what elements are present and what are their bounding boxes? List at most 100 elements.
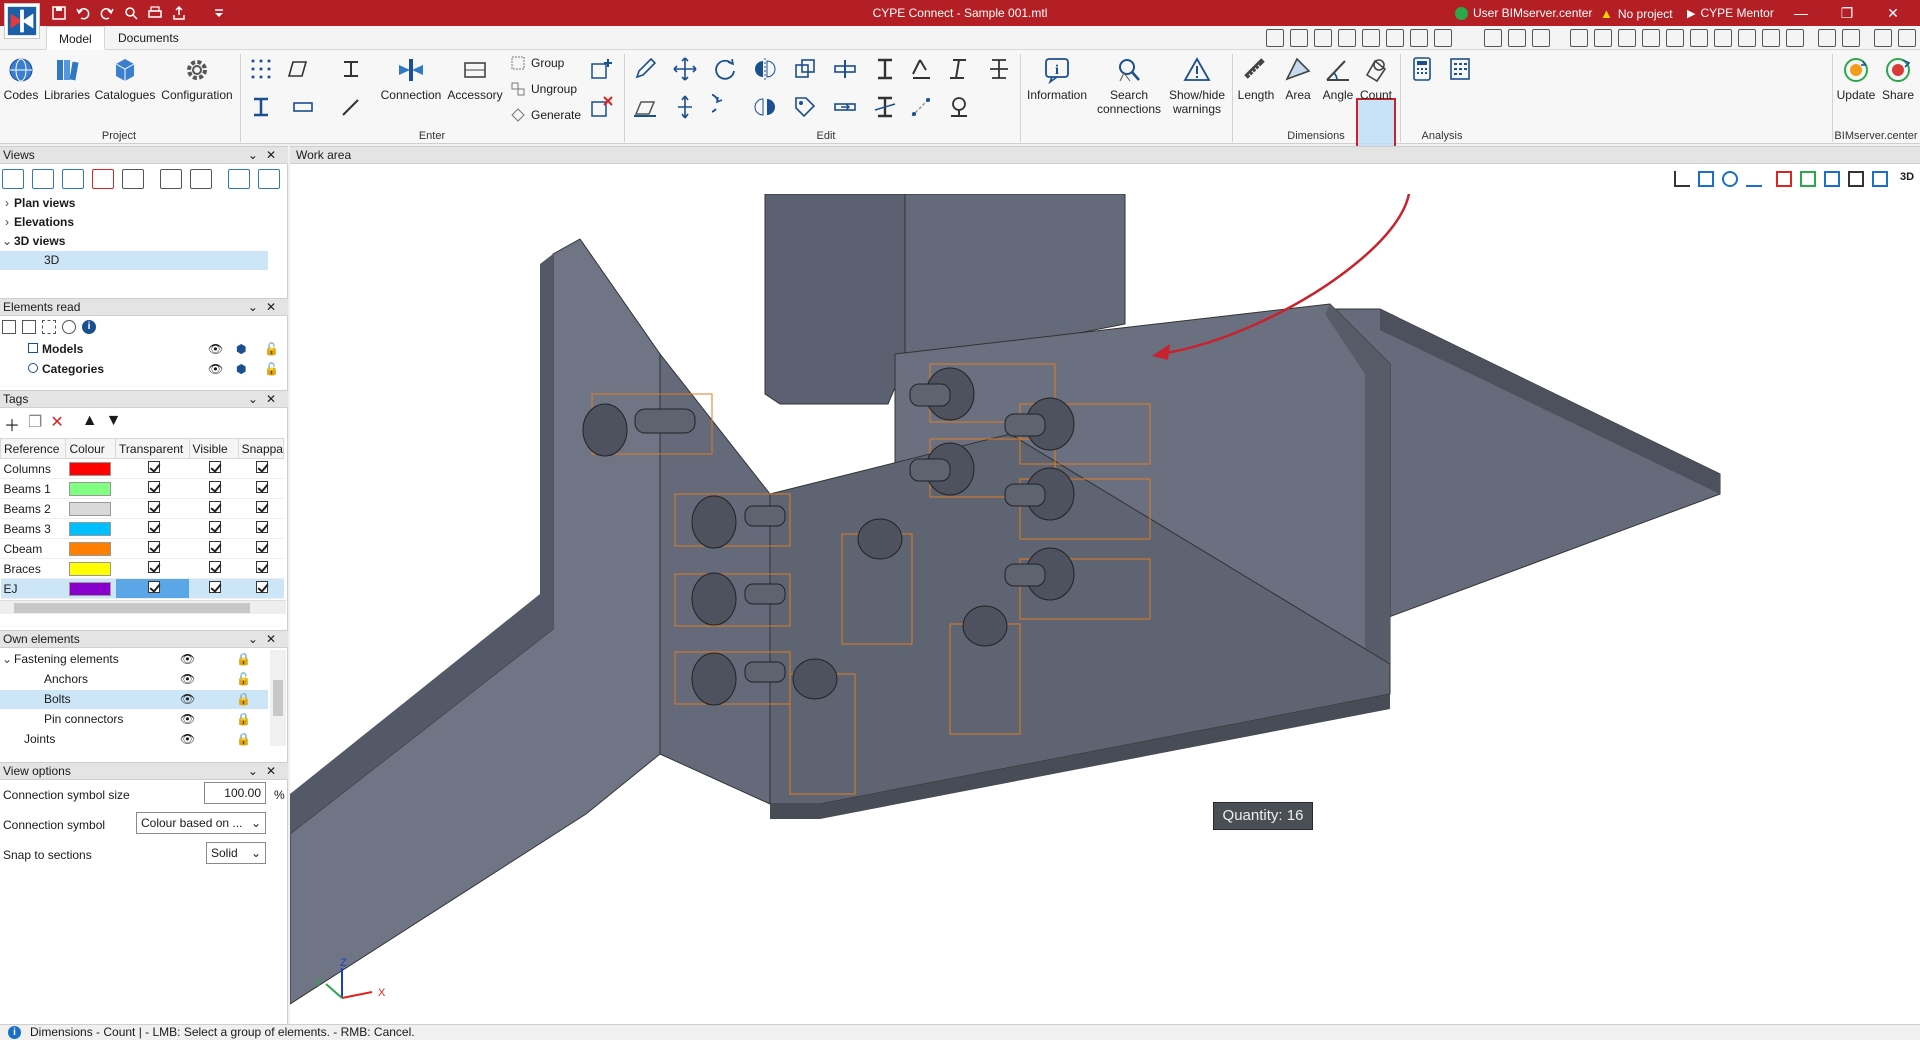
visibility-eye-icon[interactable]: 👁	[208, 360, 223, 379]
add-3d-view-icon[interactable]	[32, 169, 54, 189]
move-vertical-icon[interactable]	[670, 92, 700, 122]
chevron-right-icon[interactable]: ›	[0, 213, 14, 232]
tree-item-pin-connectors[interactable]: Pin connectors 👁 🔒	[0, 710, 288, 729]
transparent-checkbox[interactable]	[147, 501, 160, 513]
color-swatch[interactable]	[68, 581, 111, 596]
transparent-checkbox[interactable]	[147, 561, 160, 573]
camera-icon[interactable]	[160, 169, 182, 189]
magnet-icon[interactable]	[1532, 29, 1550, 47]
snappable-checkbox[interactable]	[256, 541, 269, 553]
share-button[interactable]: Share	[1878, 54, 1918, 102]
move-down-icon[interactable]: ▼	[106, 412, 122, 436]
plate-tool-icon[interactable]	[282, 54, 312, 84]
visible-checkbox[interactable]	[209, 541, 222, 553]
add-element-icon[interactable]	[586, 54, 616, 84]
color-swatch[interactable]	[68, 461, 111, 476]
tree-item-plan-views[interactable]: › Plan views	[0, 194, 268, 213]
move-icon[interactable]	[670, 54, 700, 84]
table-row[interactable]: Columns	[0, 458, 284, 479]
anchor-view-icon[interactable]	[1746, 171, 1762, 187]
panel-collapse-close-icon[interactable]: ⌄✕	[248, 391, 284, 407]
lock-icon[interactable]: 🔓	[264, 340, 279, 359]
toolbar-toggle-icon[interactable]	[1484, 29, 1502, 47]
table-row[interactable]: Cbeam	[0, 538, 284, 559]
view-cube-icon[interactable]	[228, 169, 250, 189]
column-header-colour[interactable]: Colour	[65, 438, 117, 459]
visible-checkbox[interactable]	[209, 561, 222, 573]
toolbar-toggle-icon[interactable]	[1690, 29, 1708, 47]
cype-logo[interactable]	[4, 3, 40, 39]
visible-checkbox[interactable]	[209, 461, 222, 473]
toolbar-toggle-icon[interactable]	[1642, 29, 1660, 47]
connection-symbol-select[interactable]: Colour based on ... ⌄	[136, 812, 266, 834]
libraries-button[interactable]: Libraries	[42, 54, 92, 102]
close-button[interactable]: ✕	[1870, 0, 1916, 26]
profile-trim-icon[interactable]	[944, 54, 974, 84]
visible-checkbox[interactable]	[209, 501, 222, 513]
angle-button[interactable]: Angle	[1318, 54, 1358, 102]
view-cube-icon[interactable]	[1698, 171, 1714, 187]
toolbar-toggle-icon[interactable]	[1842, 29, 1860, 47]
weld-symbol-icon[interactable]	[944, 92, 974, 122]
layer-icon[interactable]	[1824, 171, 1840, 187]
tags-horizontal-scrollbar[interactable]	[0, 600, 286, 614]
info-icon[interactable]: i	[82, 320, 96, 334]
shaded-cube-icon[interactable]	[1848, 171, 1864, 187]
orbit-icon[interactable]	[1434, 29, 1452, 47]
visibility-eye-icon[interactable]: 👁	[180, 670, 195, 689]
left-brace[interactable]	[290, 238, 661, 1005]
globe-icon[interactable]	[1818, 29, 1836, 47]
snappable-checkbox[interactable]	[256, 481, 269, 493]
tree-item-joints[interactable]: Joints 👁 🔒	[0, 730, 288, 749]
rotate-3d-icon[interactable]	[710, 92, 740, 122]
profile-extend-icon[interactable]	[906, 54, 936, 84]
toolbar-toggle-icon[interactable]	[1738, 29, 1756, 47]
transparent-checkbox[interactable]	[147, 461, 160, 473]
tree-item-3d[interactable]: 3D	[0, 251, 268, 270]
tree-item-bolts[interactable]: Bolts 👁 🔒	[0, 690, 268, 709]
scrollbar-thumb[interactable]	[14, 603, 250, 613]
panel-collapse-close-icon[interactable]: ⌄✕	[248, 147, 284, 163]
lock-icon[interactable]: 🔒	[236, 650, 251, 669]
add-icon[interactable]: ＋	[4, 412, 20, 436]
ungroup-button[interactable]: Ungroup	[510, 81, 577, 97]
toolbar-toggle-icon[interactable]	[1338, 29, 1356, 47]
list-icon[interactable]	[2, 320, 16, 334]
accessory-button[interactable]: Accessory	[446, 54, 504, 102]
snappable-checkbox[interactable]	[256, 501, 269, 513]
group-button[interactable]: Group	[510, 55, 564, 71]
toolbar-toggle-icon[interactable]	[1762, 29, 1780, 47]
toolbar-toggle-icon[interactable]	[1362, 29, 1380, 47]
add-view-icon[interactable]	[2, 169, 24, 189]
table-row[interactable]: Beams 2	[0, 498, 284, 519]
table-row[interactable]: EJ	[0, 578, 284, 599]
length-button[interactable]: Length	[1234, 54, 1278, 102]
codes-button[interactable]: Codes	[2, 54, 40, 102]
tree-item-categories[interactable]: Categories 👁 ⬢ 🔓	[0, 360, 288, 379]
cype-mentor[interactable]: ▶ CYPE Mentor	[1687, 6, 1774, 20]
cube-icon[interactable]: ⬢	[236, 360, 246, 379]
bimserver-user[interactable]: User BIMserver.center	[1455, 6, 1592, 20]
mirror-icon[interactable]	[750, 54, 780, 84]
toolbar-toggle-icon[interactable]	[1714, 29, 1732, 47]
visibility-eye-icon[interactable]: 👁	[208, 340, 223, 359]
panel-collapse-close-icon[interactable]: ⌄✕	[248, 299, 284, 315]
calculator-icon[interactable]	[1407, 54, 1437, 84]
join-icon[interactable]	[830, 92, 860, 122]
tree-item-models[interactable]: Models 👁 ⬢ 🔓	[0, 340, 288, 359]
filter-icon[interactable]	[22, 320, 36, 334]
scrollbar-thumb[interactable]	[273, 680, 283, 716]
profile-align-icon[interactable]	[984, 54, 1014, 84]
color-swatch[interactable]	[68, 521, 111, 536]
toolbar-toggle-icon[interactable]	[1898, 29, 1916, 47]
snappable-checkbox[interactable]	[256, 581, 269, 593]
help-icon[interactable]	[1874, 29, 1892, 47]
transparent-checkbox[interactable]	[147, 521, 160, 533]
profile-cut-icon[interactable]	[870, 92, 900, 122]
snappable-checkbox[interactable]	[256, 561, 269, 573]
toolbar-toggle-icon[interactable]	[1666, 29, 1684, 47]
generate-button[interactable]: Generate	[510, 107, 581, 123]
configuration-button[interactable]: Configuration	[158, 54, 236, 102]
tree-item-fastening-elements[interactable]: ⌄ Fastening elements 👁 🔒	[0, 650, 288, 669]
information-button[interactable]: i Information	[1024, 54, 1090, 102]
